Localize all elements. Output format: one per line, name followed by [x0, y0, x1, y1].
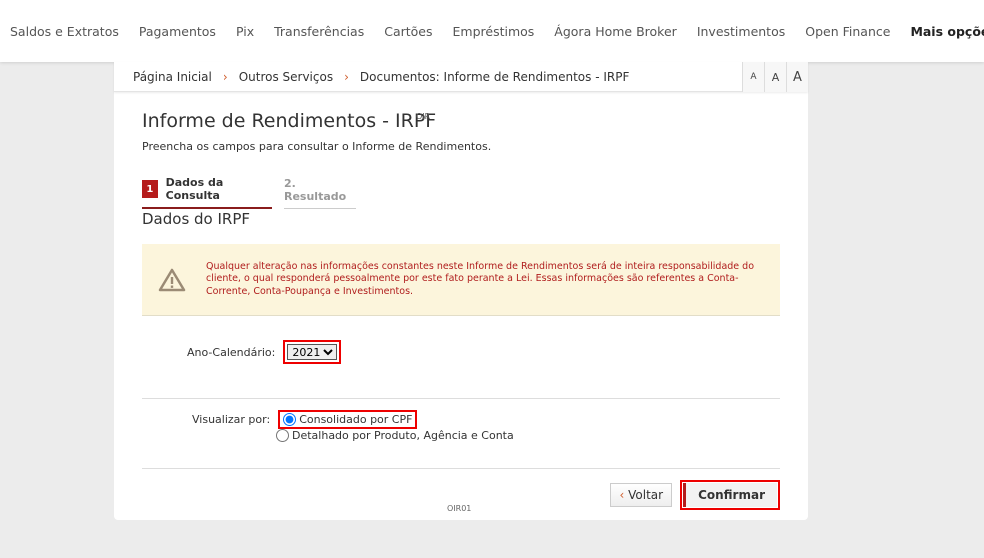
- step-1-label: Dados da Consulta: [165, 176, 224, 202]
- nav-transferencias[interactable]: Transferências: [274, 24, 364, 39]
- year-row: Ano-Calendário: 2021: [187, 340, 342, 364]
- chevron-left-icon: ‹: [619, 488, 629, 502]
- top-navigation: Saldos e Extratos Pagamentos Pix Transfe…: [0, 0, 984, 62]
- main-card: Página Inicial › Outros Serviços › Docum…: [114, 62, 808, 520]
- font-small-button[interactable]: A: [742, 62, 764, 92]
- font-large-button[interactable]: A: [786, 62, 808, 92]
- breadcrumb-current: Documentos: Informe de Rendimentos - IRP…: [359, 69, 630, 84]
- warning-box: Qualquer alteração nas informações const…: [142, 244, 780, 316]
- radio-detalhado-label[interactable]: Detalhado por Produto, Agência e Conta: [292, 429, 514, 442]
- view-label: Visualizar por:: [192, 413, 271, 426]
- warning-icon: [152, 268, 192, 292]
- step-number: 1: [142, 180, 158, 198]
- subtitle: Preencha os campos para consultar o Info…: [142, 140, 492, 153]
- year-select[interactable]: 2021: [287, 344, 338, 360]
- nav-investimentos[interactable]: Investimentos: [697, 24, 785, 39]
- section-title: Dados do IRPF: [142, 210, 251, 228]
- breadcrumb: Página Inicial › Outros Serviços › Docum…: [114, 62, 808, 92]
- chevron-right-icon: ›: [344, 69, 349, 84]
- divider: [142, 468, 780, 469]
- nav-cartoes[interactable]: Cartões: [384, 24, 432, 39]
- chevron-right-icon: ›: [222, 69, 228, 84]
- breadcrumb-home[interactable]: Página Inicial: [133, 70, 212, 84]
- warning-text: Qualquer alteração nas informações const…: [206, 260, 755, 297]
- page-title: Informe de Rendimentos - IRPF: [142, 110, 437, 132]
- step-2: 2. Resultado: [284, 174, 356, 209]
- stepper: 1 Dados da Consulta 2. Resultado: [142, 174, 356, 209]
- nav-saldos[interactable]: Saldos e Extratos: [10, 24, 119, 39]
- nav-more[interactable]: Mais opções: [910, 24, 984, 39]
- nav-pix[interactable]: Pix: [236, 24, 254, 39]
- step-1: 1 Dados da Consulta: [142, 174, 272, 209]
- back-button[interactable]: ‹ Voltar: [610, 483, 673, 507]
- radio-consolidado[interactable]: [283, 413, 297, 426]
- back-label: Voltar: [628, 488, 664, 502]
- nav-pagamentos[interactable]: Pagamentos: [139, 24, 216, 39]
- nav-agora[interactable]: Ágora Home Broker: [554, 24, 677, 39]
- radio-detalhado[interactable]: [276, 429, 289, 442]
- footer-code: OIR01: [447, 504, 472, 513]
- confirm-label: Confirmar: [683, 483, 777, 507]
- nav-emprestimos[interactable]: Empréstimos: [453, 24, 535, 39]
- nav-open-finance[interactable]: Open Finance: [805, 24, 890, 39]
- confirm-button[interactable]: Confirmar: [680, 480, 780, 510]
- radio-consolidado-label[interactable]: Consolidado por CPF: [299, 413, 412, 426]
- year-label: Ano-Calendário:: [187, 345, 276, 359]
- font-medium-button[interactable]: A: [764, 62, 786, 92]
- title-code: OIR: [416, 112, 431, 121]
- divider: [142, 398, 780, 399]
- view-row: Visualizar por: Consolidado por CPF Deta…: [192, 410, 514, 442]
- breadcrumb-outros[interactable]: Outros Serviços: [239, 70, 333, 84]
